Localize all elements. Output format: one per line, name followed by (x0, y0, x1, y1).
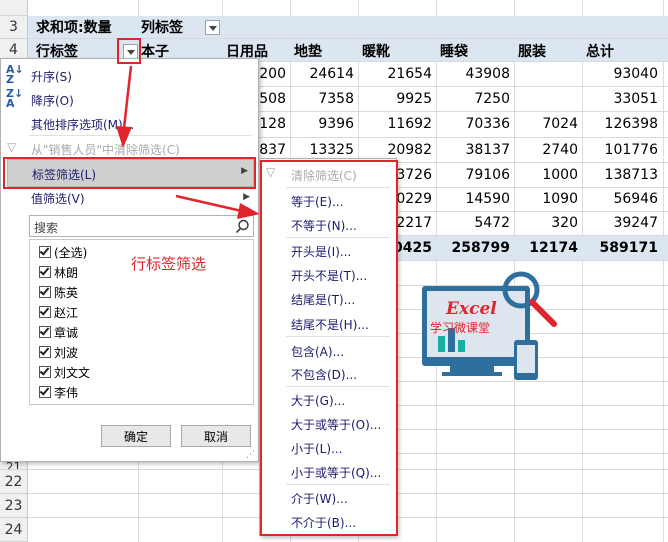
arrow-line (175, 194, 247, 214)
arrow-head (116, 126, 132, 148)
arrow-head (237, 203, 260, 219)
annotation-text: 行标签筛选 (131, 255, 207, 273)
annotation-arrows (116, 65, 260, 219)
arrow-line (122, 65, 133, 129)
